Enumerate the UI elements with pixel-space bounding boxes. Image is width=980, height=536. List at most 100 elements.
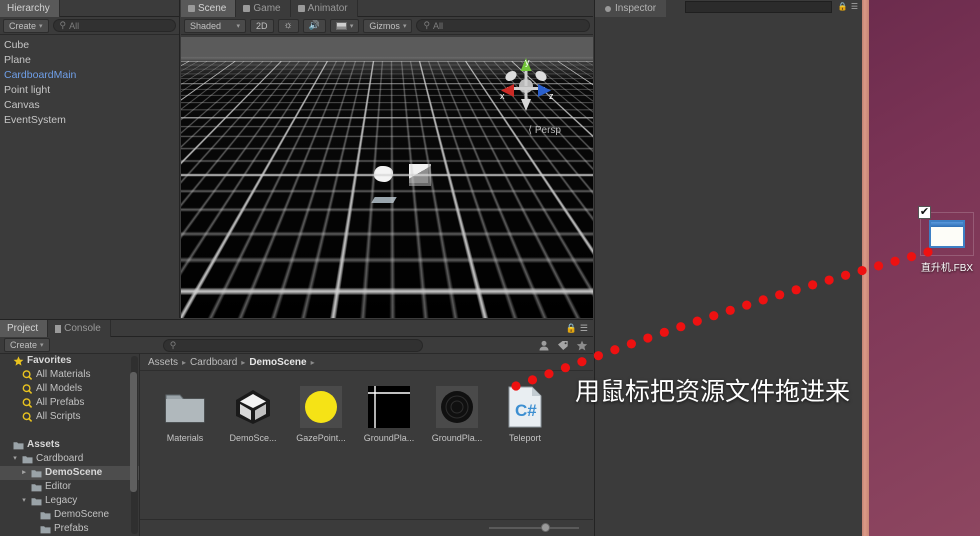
- hierarchy-create-button[interactable]: Create ▾: [3, 18, 49, 33]
- checkbox[interactable]: ✔: [918, 206, 931, 219]
- hierarchy-item[interactable]: Plane: [0, 53, 179, 68]
- asset-item[interactable]: DemoSce...: [226, 385, 280, 443]
- project-tree-item[interactable]: Assets: [0, 438, 139, 452]
- asset-grid: Materials DemoSce... GazePoint... GroundPla…: [140, 371, 593, 443]
- project-panel-options[interactable]: 🔒 ☰: [566, 323, 588, 334]
- label-filter-icon[interactable]: [555, 338, 570, 352]
- scene-viewport[interactable]: x y z ⟨ Persp: [181, 37, 593, 318]
- twisty-icon[interactable]: ▸: [20, 466, 28, 480]
- project-tree-item-label: Favorites: [27, 355, 72, 366]
- hierarchy-item[interactable]: EventSystem: [0, 113, 179, 128]
- hierarchy-item[interactable]: CardboardMain: [0, 68, 179, 83]
- hierarchy-search-input[interactable]: ⚲ All: [52, 19, 176, 32]
- hierarchy-panel: Hierarchy Create ▾ ⚲ All Cube Plane Cardbo…: [0, 0, 180, 318]
- search-icon: ⚲: [423, 20, 431, 30]
- project-create-button[interactable]: Create ▾: [4, 338, 50, 352]
- tab-inspector[interactable]: Inspector: [595, 0, 667, 17]
- project-tree-item[interactable]: All Scripts: [0, 410, 139, 424]
- tab-hierarchy[interactable]: Hierarchy: [0, 0, 60, 17]
- project-tree-item[interactable]: DemoScene: [0, 508, 139, 522]
- type-filter-icon[interactable]: [536, 338, 551, 352]
- tab-console[interactable]: Console: [48, 320, 111, 337]
- folder-icon: [22, 455, 33, 464]
- tab-game[interactable]: Game: [236, 0, 291, 17]
- project-tree-item-label: Cardboard: [36, 453, 84, 464]
- sphere-yellow-icon: [299, 385, 343, 429]
- hierarchy-item[interactable]: Cube: [0, 38, 179, 53]
- hierarchy-tab-label: Hierarchy: [7, 3, 50, 14]
- scene-2d-toggle[interactable]: 2D: [250, 18, 274, 33]
- tab-scene[interactable]: Scene: [181, 0, 237, 17]
- inspector-search-field[interactable]: [685, 1, 832, 13]
- scene-gizmos-dropdown[interactable]: Gizmos ▾: [363, 18, 413, 33]
- folder-icon: [31, 483, 42, 492]
- hierarchy-toolbar: Create ▾ ⚲ All: [0, 17, 179, 35]
- projection-prefix-icon: ⟨: [528, 125, 533, 136]
- project-tree-item[interactable]: Editor: [0, 480, 139, 494]
- hierarchy-item[interactable]: Canvas: [0, 98, 179, 113]
- menu-icon[interactable]: ☰: [580, 323, 588, 334]
- csharp-icon: C#: [503, 385, 547, 429]
- inspector-panel: Inspector 🔒 ☰: [594, 0, 862, 536]
- asset-item-label: DemoSce...: [229, 433, 277, 443]
- scene-search-input[interactable]: ⚲ All: [416, 19, 590, 32]
- asset-item-label: Teleport: [508, 433, 542, 443]
- project-tree-item[interactable]: Prefabs: [0, 522, 139, 536]
- scene-object-plane[interactable]: [371, 197, 397, 203]
- check-icon: ✔: [919, 206, 930, 218]
- twisty-icon[interactable]: ▾: [20, 494, 28, 508]
- project-search-input[interactable]: ⚲: [162, 338, 423, 352]
- scene-audio-toggle[interactable]: 🔊: [302, 18, 326, 33]
- project-tree-scrollbar[interactable]: [130, 356, 138, 534]
- hierarchy-item[interactable]: Point light: [0, 83, 179, 98]
- asset-item[interactable]: GroundPla...: [430, 385, 484, 443]
- project-tree-item-label: All Prefabs: [36, 397, 85, 408]
- project-tree-item-label: Editor: [45, 481, 72, 492]
- scene-tabbar: Scene Game Animator: [181, 0, 593, 17]
- menu-icon[interactable]: ☰: [851, 2, 858, 11]
- project-tree-item-label: All Materials: [36, 369, 91, 380]
- scene-view-axis-gizmo[interactable]: x y z: [493, 53, 559, 119]
- chevron-down-icon: ▾: [40, 342, 44, 349]
- twisty-icon[interactable]: ▾: [11, 452, 19, 466]
- project-tree-item[interactable]: All Prefabs: [0, 396, 139, 410]
- project-tree-item[interactable]: ▾ Legacy: [0, 494, 139, 508]
- project-panel: Project Console 🔒 ☰ Create ▾ ⚲ Favorites…: [0, 319, 593, 536]
- breadcrumb-item[interactable]: Cardboard: [190, 357, 237, 368]
- project-tree-item[interactable]: All Models: [0, 382, 139, 396]
- breadcrumb-item[interactable]: DemoScene: [249, 357, 306, 368]
- hierarchy-search-placeholder: All: [69, 20, 80, 31]
- scene-object-cube[interactable]: [409, 164, 431, 186]
- project-tree-item[interactable]: Favorites: [0, 354, 139, 368]
- asset-item[interactable]: GroundPla...: [362, 385, 416, 443]
- tab-project[interactable]: Project: [0, 320, 49, 337]
- tab-label: Animator: [307, 3, 348, 14]
- projection-mode-label: Persp: [534, 125, 561, 136]
- scene-lighting-toggle[interactable]: ☼: [277, 18, 299, 33]
- asset-item[interactable]: GazePoint...: [294, 385, 348, 443]
- desktop-file-label: 直升机.FBX: [920, 263, 974, 274]
- desktop-file-item[interactable]: ✔ 直升机.FBX: [918, 206, 976, 274]
- project-tree-item[interactable]: ▸ DemoScene: [0, 466, 139, 480]
- breadcrumb-item[interactable]: Assets: [148, 357, 178, 368]
- lock-icon[interactable]: 🔒: [838, 2, 848, 11]
- asset-zoom-slider-handle[interactable]: [541, 523, 550, 532]
- scene-effects-dropdown[interactable]: ▾: [329, 18, 360, 33]
- inspector-options[interactable]: 🔒 ☰: [838, 2, 858, 11]
- star-icon[interactable]: [574, 338, 589, 352]
- scene-draw-mode-dropdown[interactable]: Shaded ▾: [184, 18, 246, 33]
- asset-item[interactable]: C# Teleport: [498, 385, 552, 443]
- lock-icon[interactable]: 🔒: [566, 323, 577, 334]
- asset-zoom-slider[interactable]: [489, 523, 579, 532]
- desktop-file-thumbnail[interactable]: ✔: [918, 206, 974, 256]
- project-tree-item[interactable]: ▾ Cardboard: [0, 452, 139, 466]
- scene-projection-label[interactable]: ⟨ Persp: [528, 125, 561, 136]
- project-tree-item[interactable]: All Materials: [0, 368, 139, 382]
- image-icon: [335, 21, 347, 30]
- asset-item[interactable]: Materials: [158, 385, 212, 443]
- scene-object-blob[interactable]: [374, 166, 393, 182]
- hierarchy-list: Cube Plane CardboardMain Point light Canvas E…: [0, 35, 179, 128]
- project-tree-scroll-thumb[interactable]: [130, 372, 137, 492]
- annotation-dot: [873, 261, 884, 271]
- tab-animator[interactable]: Animator: [290, 0, 358, 17]
